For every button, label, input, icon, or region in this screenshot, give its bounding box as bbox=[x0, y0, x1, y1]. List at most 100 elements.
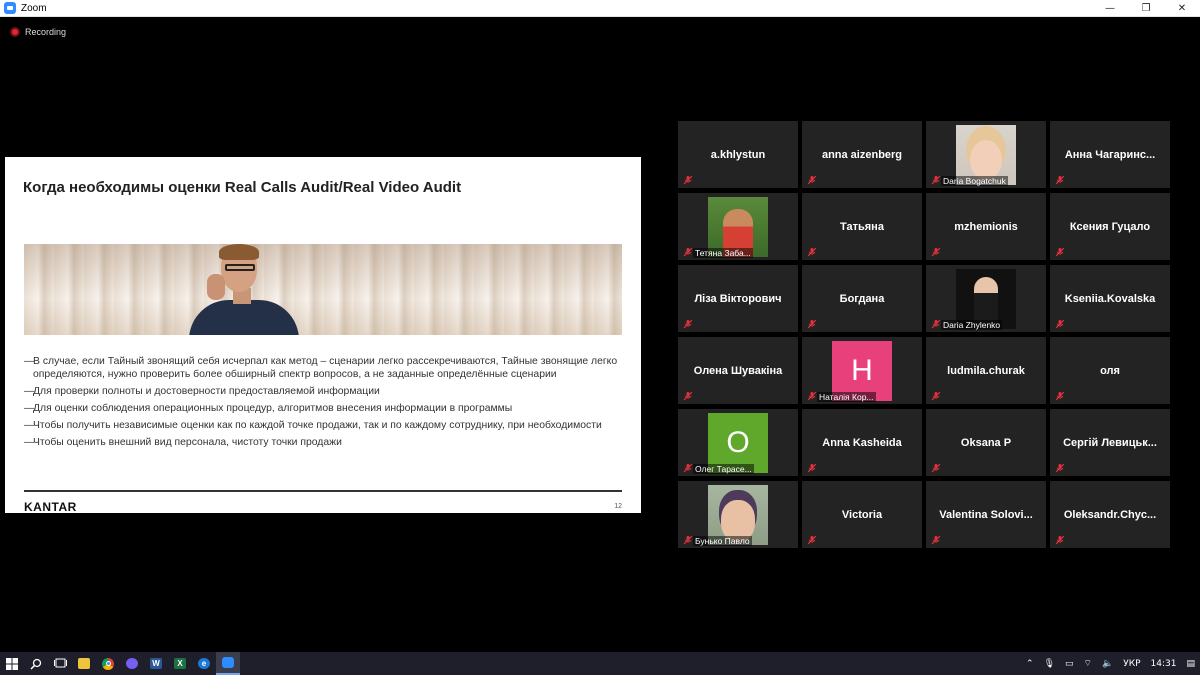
participant-name: Анна Чагаринс... bbox=[1064, 148, 1156, 161]
participant-name: Daria Zhylenko bbox=[941, 320, 1003, 330]
muted-mic-icon bbox=[931, 247, 941, 257]
language-indicator[interactable]: УКР bbox=[1123, 659, 1140, 669]
participant-tile[interactable]: Victoria bbox=[802, 481, 922, 548]
muted-mic-icon bbox=[807, 319, 817, 329]
participant-tile[interactable]: Анна Чагаринс... bbox=[1050, 121, 1170, 188]
chrome-icon[interactable] bbox=[96, 652, 120, 675]
windows-start-icon[interactable] bbox=[0, 652, 24, 675]
participant-name: Oksana P bbox=[960, 436, 1012, 449]
muted-mic-icon bbox=[931, 535, 941, 545]
minimize-button[interactable]: — bbox=[1092, 0, 1128, 17]
participant-tile[interactable]: Anna Kasheida bbox=[802, 409, 922, 476]
participant-name: Олег Тарасе... bbox=[693, 464, 754, 474]
participant-tile[interactable]: Тетяна Заба... bbox=[678, 193, 798, 260]
recording-indicator[interactable]: Recording bbox=[10, 27, 66, 37]
participant-tile[interactable]: H Наталія Кор... bbox=[802, 337, 922, 404]
meeting-stage: Recording Когда необходимы оценки Real C… bbox=[0, 17, 1200, 652]
participant-name: Valentina Solovi... bbox=[939, 508, 1033, 521]
viber-icon[interactable] bbox=[120, 652, 144, 675]
participant-tile[interactable]: ludmila.churak bbox=[926, 337, 1046, 404]
participant-tile[interactable]: Daria Bogatchuk bbox=[926, 121, 1046, 188]
shared-screen-slide: Когда необходимы оценки Real Calls Audit… bbox=[5, 157, 641, 514]
participant-tile[interactable]: mzhemionis bbox=[926, 193, 1046, 260]
participant-tile[interactable]: Ліза Вікторович bbox=[678, 265, 798, 332]
slide-page-number: 12 bbox=[614, 503, 622, 510]
notifications-icon[interactable]: ▤ bbox=[1186, 659, 1195, 669]
participant-name: Anna Kasheida bbox=[822, 436, 902, 449]
participant-name: Бунько Павло bbox=[693, 536, 752, 546]
slide-divider bbox=[24, 490, 622, 492]
muted-mic-icon bbox=[1055, 247, 1065, 257]
muted-mic-icon bbox=[1055, 391, 1065, 401]
muted-mic-icon bbox=[807, 463, 817, 473]
participant-tile[interactable]: Бунько Павло bbox=[678, 481, 798, 548]
muted-mic-icon bbox=[931, 175, 941, 185]
participant-tile[interactable]: Oleksandr.Chyc... bbox=[1050, 481, 1170, 548]
window-title: Zoom bbox=[21, 2, 47, 14]
participant-tile[interactable]: O Олег Тарасе... bbox=[678, 409, 798, 476]
participant-tile[interactable]: anna aizenberg bbox=[802, 121, 922, 188]
participant-tile[interactable]: Татьяна bbox=[802, 193, 922, 260]
clock[interactable]: 14:31 bbox=[1151, 659, 1177, 669]
participant-tile[interactable]: Oksana P bbox=[926, 409, 1046, 476]
close-button[interactable]: ✕ bbox=[1164, 0, 1200, 17]
slide-bullet: — В случае, если Тайный звонящий себя исч… bbox=[24, 355, 624, 381]
volume-icon[interactable]: 🔈 bbox=[1102, 659, 1113, 669]
system-tray: ⌃ 🎙 ▭ ⌔ 🔈 УКР 14:31 ▤ bbox=[1021, 652, 1200, 675]
window-controls: — ❐ ✕ bbox=[1092, 0, 1200, 17]
participant-name: Ліза Вікторович bbox=[694, 292, 782, 305]
muted-mic-icon bbox=[683, 391, 693, 401]
participant-tile[interactable]: Богдана bbox=[802, 265, 922, 332]
restore-button[interactable]: ❐ bbox=[1128, 0, 1164, 17]
recording-label: Recording bbox=[25, 27, 67, 37]
bullet-text: Для проверки полноты и достоверности пре… bbox=[33, 386, 380, 397]
muted-mic-icon bbox=[683, 247, 693, 257]
participant-name: a.khlystun bbox=[710, 148, 766, 161]
participant-tile[interactable]: Ксения Гуцало bbox=[1050, 193, 1170, 260]
file-explorer-icon[interactable] bbox=[72, 652, 96, 675]
battery-icon[interactable]: ▭ bbox=[1065, 659, 1074, 669]
participant-tile[interactable]: Сергій Левицьк... bbox=[1050, 409, 1170, 476]
avatar-letter: O bbox=[726, 426, 750, 459]
participant-tile[interactable]: Daria Zhylenko bbox=[926, 265, 1046, 332]
participant-name: Богдана bbox=[839, 292, 885, 305]
muted-mic-icon bbox=[1055, 463, 1065, 473]
slide-title: Когда необходимы оценки Real Calls Audit… bbox=[23, 179, 462, 196]
participant-name: Ксения Гуцало bbox=[1069, 220, 1151, 233]
participant-name: anna aizenberg bbox=[821, 148, 903, 161]
participant-tile[interactable]: a.khlystun bbox=[678, 121, 798, 188]
participant-tile[interactable]: Valentina Solovi... bbox=[926, 481, 1046, 548]
excel-icon[interactable]: X bbox=[168, 652, 192, 675]
recording-dot-icon bbox=[10, 27, 20, 37]
participant-tile[interactable]: Kseniia.Kovalska bbox=[1050, 265, 1170, 332]
participant-name: Тетяна Заба... bbox=[693, 248, 753, 258]
slide-bullet: — Чтобы оценить внешний вид персонала, чи… bbox=[24, 436, 624, 449]
participant-name: ludmila.churak bbox=[947, 364, 1025, 377]
slide-bullet: — Для оценки соблюдения операционных проц… bbox=[24, 402, 624, 415]
microphone-icon[interactable]: 🎙 bbox=[1044, 659, 1055, 669]
word-icon[interactable]: W bbox=[144, 652, 168, 675]
bullet-dash: — bbox=[24, 437, 35, 448]
chevron-up-icon[interactable]: ⌃ bbox=[1026, 659, 1034, 669]
man-on-phone-image bbox=[189, 244, 299, 335]
bullet-text: Чтобы получить независимые оценки как по… bbox=[33, 420, 602, 431]
kantar-logo: KANTAR bbox=[24, 500, 77, 514]
participant-name: Наталія Кор... bbox=[817, 392, 876, 402]
muted-mic-icon bbox=[807, 247, 817, 257]
bullet-text: Для оценки соблюдения операционных проце… bbox=[33, 403, 513, 414]
task-view-icon[interactable] bbox=[48, 652, 72, 675]
bullet-dash: — bbox=[24, 403, 35, 414]
bullet-dash: — bbox=[24, 386, 35, 397]
wifi-icon[interactable]: ⌔ bbox=[1084, 658, 1092, 669]
participant-name: Daria Bogatchuk bbox=[941, 176, 1008, 186]
search-icon[interactable] bbox=[24, 652, 48, 675]
zoom-taskbar-icon[interactable] bbox=[216, 652, 240, 675]
participant-tile[interactable]: оля bbox=[1050, 337, 1170, 404]
edge-icon[interactable]: e bbox=[192, 652, 216, 675]
bullet-text: Чтобы оценить внешний вид персонала, чис… bbox=[33, 437, 342, 448]
window-titlebar: Zoom — ❐ ✕ bbox=[0, 0, 1200, 17]
participant-tile[interactable]: Олена Шувакіна bbox=[678, 337, 798, 404]
slide-bullet: — Для проверки полноты и достоверности пр… bbox=[24, 385, 624, 398]
participant-name: Oleksandr.Chyc... bbox=[1063, 508, 1157, 521]
participant-name: оля bbox=[1100, 364, 1120, 377]
